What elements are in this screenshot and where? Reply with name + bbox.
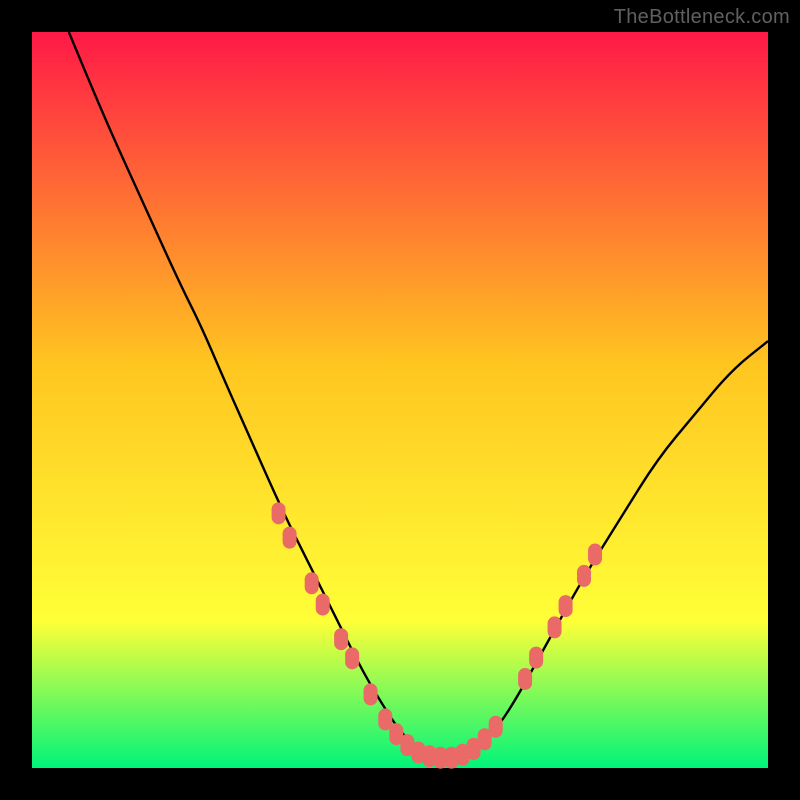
curve-marker: [364, 683, 378, 705]
curve-marker: [588, 544, 602, 566]
curve-marker: [345, 647, 359, 669]
plot-area: [32, 32, 768, 768]
curve-marker: [283, 527, 297, 549]
curve-marker: [305, 572, 319, 594]
curve-marker: [518, 668, 532, 690]
curve-marker: [559, 595, 573, 617]
curve-marker: [529, 647, 543, 669]
curve-marker: [272, 502, 286, 524]
bottleneck-chart: TheBottleneck.com: [0, 0, 800, 800]
curve-marker: [334, 628, 348, 650]
curve-marker: [548, 616, 562, 638]
curve-marker: [489, 716, 503, 738]
curve-marker: [316, 594, 330, 616]
attribution-text: TheBottleneck.com: [614, 6, 790, 29]
curve-marker: [577, 565, 591, 587]
chart-svg: [0, 0, 800, 800]
